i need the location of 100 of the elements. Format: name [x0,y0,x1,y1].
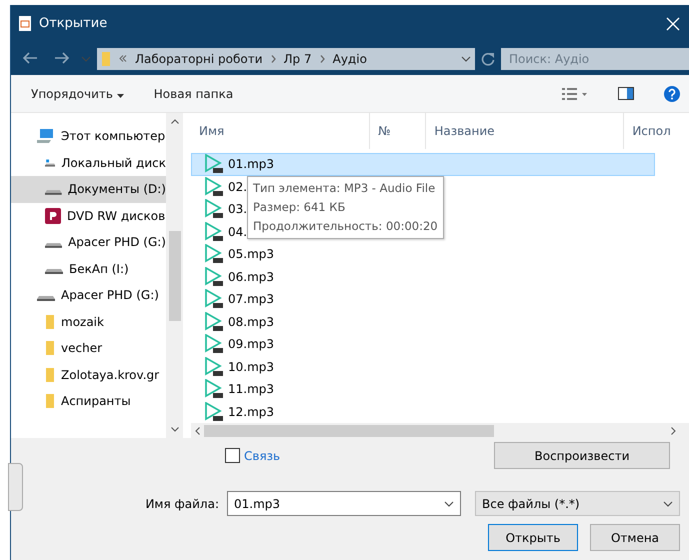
sidebar-scrollbar[interactable] [166,113,183,438]
overflow-chevron-icon [119,55,127,62]
address-bar[interactable]: Лабораторні роботи Лр 7 Аудіо [97,48,475,70]
file-name: 02. [228,180,248,194]
file-row[interactable]: 06.mp3 [191,266,276,288]
file-row[interactable]: 02. [191,176,248,198]
sidebar-item[interactable]: Локальный диск [11,150,166,176]
file-row[interactable]: 05.mp3 [191,243,276,266]
open-button[interactable]: Открыть [488,524,578,551]
sidebar-item[interactable]: Документы (D:) [11,176,166,202]
file-name: 05.mp3 [228,247,274,262]
file-name: 12.mp3 [228,404,274,419]
sidebar-label: Этот компьютер [61,129,166,144]
column-header[interactable]: № [370,113,426,149]
folder-icon [101,50,111,66]
audio-file-icon [204,402,224,422]
breadcrumb[interactable]: Лр 7 [284,52,312,66]
organize-menu[interactable]: Упорядочить [31,84,124,102]
p-logo-icon [45,208,61,224]
app-icon [19,16,31,31]
sidebar-item[interactable]: vecher [11,335,166,362]
dropdown-caret-icon [461,56,471,62]
sidebar-item[interactable]: Apacer PHD (G:) [11,229,166,256]
file-name: 11.mp3 [228,382,274,396]
breadcrumb-chevron-icon [320,54,325,62]
file-row[interactable]: 01.mp3 [191,153,655,176]
audio-file-icon [204,154,224,174]
sidebar-item[interactable]: mozaik [11,308,166,335]
breadcrumb[interactable]: Аудіо [332,52,367,66]
search-field[interactable]: Поиск: Аудіо [501,48,689,70]
scroll-up-icon[interactable] [170,119,178,124]
system-drive-icon [45,156,56,169]
link-label[interactable]: Связь [244,448,280,462]
file-row[interactable]: 08.mp3 [191,310,276,333]
sidebar-label: БекАп (I:) [69,262,129,276]
file-row[interactable]: 12.mp3 [191,400,276,423]
breadcrumb[interactable]: Лабораторні роботи [135,52,263,66]
dropdown-caret-icon [663,500,673,506]
checkbox[interactable] [225,448,240,463]
file-row[interactable]: 10.mp3 [191,356,276,378]
file-row[interactable]: 11.mp3 [191,378,276,400]
audio-file-icon [204,222,224,242]
dropdown-caret-icon [444,500,454,506]
file-name: 06.mp3 [228,270,274,284]
horizontal-scrollbar[interactable] [191,423,689,438]
play-button[interactable]: Воспроизвести [494,442,670,469]
tooltip-line: Тип элемента: MP3 - Audio File [253,180,436,197]
expand-handle[interactable] [8,463,23,511]
audio-file-icon [204,312,224,332]
audio-file-icon [204,289,224,310]
column-header[interactable]: Название [426,113,624,149]
file-name: 01.mp3 [228,157,274,172]
scroll-down-icon[interactable] [170,427,178,432]
drive-icon [37,296,55,301]
history-caret-icon [81,56,91,62]
sidebar-item[interactable]: Zolotaya.krov.gr [11,362,166,388]
drive-icon [45,242,62,248]
scrollbar-thumb[interactable] [204,424,494,436]
file-row[interactable]: 07.mp3 [191,288,276,310]
scroll-right-icon[interactable] [671,426,676,434]
breadcrumb-chevron-icon [270,54,276,62]
sidebar-item[interactable]: БекАп (I:) [11,256,166,282]
refresh-icon[interactable] [481,52,495,66]
sidebar-item[interactable]: Apacer PHD (G:) [11,282,166,308]
filename-field[interactable]: 01.mp3 [227,491,461,516]
file-type-dropdown[interactable]: Все файлы (*.*) [475,491,680,516]
column-header[interactable]: Испол [624,113,689,149]
file-row[interactable]: 03. [191,198,248,220]
drive-icon [45,269,63,274]
file-name: 09.mp3 [228,337,274,352]
computer-icon [37,129,55,144]
folder-icon [45,340,55,356]
view-list-icon[interactable] [562,86,588,100]
column-header[interactable]: Имя [191,113,370,149]
help-icon[interactable] [664,86,680,102]
file-name: 03. [228,202,248,216]
drive-icon [45,190,62,195]
scrollbar-thumb[interactable] [168,230,180,320]
scroll-left-icon[interactable] [195,426,200,434]
file-row[interactable]: 04. [191,220,248,243]
cancel-button[interactable]: Отмена [590,524,680,551]
audio-file-icon [204,244,224,264]
caret-icon [116,94,124,98]
preview-pane-icon[interactable] [618,87,634,100]
filename-label: Имя файла: [145,496,219,510]
sidebar-item[interactable]: DVD RW дисков [11,202,166,229]
sidebar-label: Документы (D:) [68,182,166,196]
file-row[interactable]: 09.mp3 [191,333,276,356]
sidebar-label: DVD RW дисков [67,208,166,223]
file-name: 08.mp3 [228,314,274,329]
close-icon[interactable] [666,16,680,30]
sidebar-item[interactable]: Этот компьютер [11,123,166,150]
sidebar-item[interactable]: Аспиранты [11,388,166,414]
audio-file-icon [204,379,224,400]
tooltip-line: Размер: 641 КБ [253,199,346,216]
new-folder-button[interactable]: Новая папка [154,84,234,102]
folder-icon [45,393,55,410]
audio-file-icon [204,199,224,220]
sidebar-label: Apacer PHD (G:) [61,288,159,302]
folder-icon [45,314,55,330]
